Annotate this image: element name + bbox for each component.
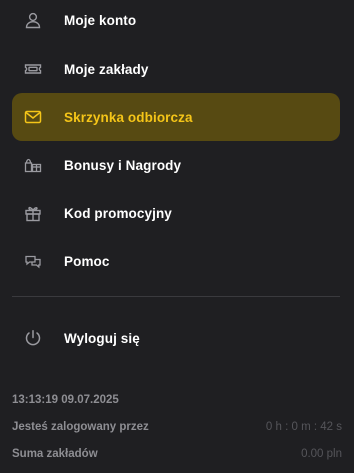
menu-item-label: Moje konto: [64, 12, 137, 28]
menu-item-promo-code[interactable]: Kod promocyjny: [12, 189, 340, 237]
menu-item-label: Skrzynka odbiorcza: [64, 109, 193, 125]
menu-divider: [12, 296, 340, 297]
menu-item-bonuses-rewards[interactable]: Bonusy i Nagrody: [12, 141, 340, 189]
ticket-icon: [24, 60, 42, 78]
bets-sum-row: Suma zakładów 0.00 pln: [12, 448, 342, 460]
menu-item-my-bets[interactable]: Moje zakłady: [12, 45, 340, 93]
logged-in-label: Jesteś zalogowany przez: [12, 421, 149, 433]
logout-button[interactable]: Wyloguj się: [12, 314, 340, 362]
bets-sum-value: 0.00 pln: [301, 448, 342, 460]
chat-icon: [24, 252, 42, 270]
menu-item-inbox[interactable]: Skrzynka odbiorcza: [12, 93, 340, 141]
rewards-icon: [24, 156, 42, 174]
menu-item-label: Kod promocyjny: [64, 205, 172, 221]
logged-in-duration-row: Jesteś zalogowany przez 0 h : 0 m : 42 s: [12, 421, 342, 433]
logout-label: Wyloguj się: [64, 330, 140, 346]
menu-item-label: Moje zakłady: [64, 61, 149, 77]
menu-item-help[interactable]: Pomoc: [12, 237, 340, 285]
menu-item-my-account[interactable]: Moje konto: [12, 0, 340, 44]
menu-item-label: Pomoc: [64, 253, 110, 269]
bets-sum-label: Suma zakładów: [12, 448, 98, 460]
mail-icon: [24, 108, 42, 126]
power-icon: [24, 329, 42, 347]
gift-icon: [24, 204, 42, 222]
user-icon: [24, 11, 42, 29]
logged-in-value: 0 h : 0 m : 42 s: [265, 421, 342, 433]
session-timestamp: 13:13:19 09.07.2025: [12, 394, 119, 406]
menu-item-label: Bonusy i Nagrody: [64, 157, 182, 173]
